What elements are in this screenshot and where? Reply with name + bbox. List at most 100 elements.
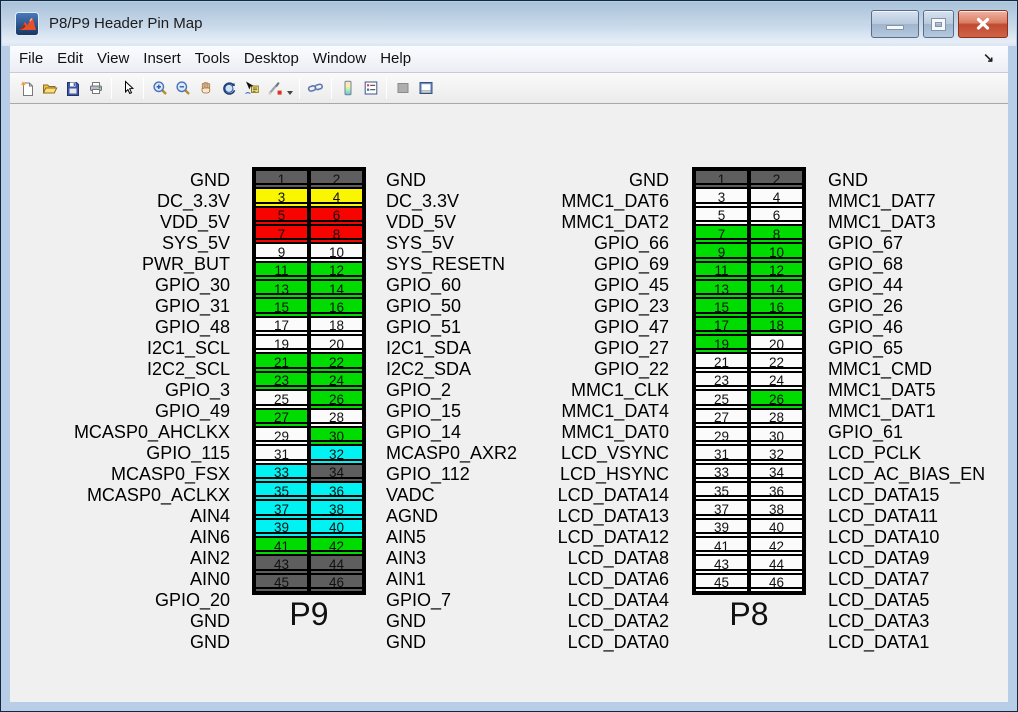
edit-plot-icon[interactable] <box>116 77 139 100</box>
pin-label: AIN6 <box>189 527 230 547</box>
pin-cell: 40 <box>751 519 802 536</box>
pin-label: LCD_DATA9 <box>828 548 930 568</box>
save-figure-icon[interactable] <box>61 77 84 100</box>
pin-cell: 5 <box>256 207 307 225</box>
menu-tools[interactable]: Tools <box>188 46 237 72</box>
minimize-button[interactable] <box>871 10 919 38</box>
menu-view[interactable]: View <box>90 46 136 72</box>
pin-cell: 3 <box>256 189 307 206</box>
menu-window[interactable]: Window <box>306 46 373 72</box>
pin-label: GND <box>190 611 230 631</box>
pin-label: GPIO_3 <box>164 380 230 400</box>
pin-cell: 4 <box>751 189 802 206</box>
pin-label: LCD_DATA7 <box>828 569 930 589</box>
pin-cell: 11 <box>256 262 307 280</box>
pin-cell: 36 <box>311 482 362 500</box>
pin-label: MMC1_DAT5 <box>828 380 936 400</box>
pin-cell: 31 <box>256 446 307 463</box>
pin-cell: 45 <box>696 574 747 591</box>
pin-label: GPIO_31 <box>154 296 230 316</box>
pin-label: GPIO_44 <box>828 275 904 295</box>
pin-label: LCD_DATA0 <box>567 632 669 652</box>
pin-label: GPIO_115 <box>146 443 230 463</box>
pin-label: MMC1_DAT6 <box>561 191 669 211</box>
zoom-in-icon[interactable] <box>148 77 171 100</box>
menu-desktop[interactable]: Desktop <box>237 46 306 72</box>
show-plot-tools-icon[interactable] <box>414 77 437 100</box>
pin-cell: 45 <box>256 574 307 591</box>
pin-cell: 6 <box>311 207 362 225</box>
pin-cell: 33 <box>696 464 747 481</box>
pin-cell: 32 <box>311 446 362 463</box>
pin-label: GND <box>190 170 230 190</box>
close-button[interactable] <box>958 10 1008 38</box>
pin-cell: 17 <box>256 317 307 335</box>
pin-label: GPIO_68 <box>828 254 904 274</box>
pin-label: LCD_DATA3 <box>828 611 930 631</box>
matlab-logo-icon <box>15 12 39 36</box>
rotate-3d-icon[interactable] <box>217 77 240 100</box>
pin-label: GPIO_45 <box>593 275 669 295</box>
pin-cell: 28 <box>311 409 362 426</box>
zoom-out-icon[interactable] <box>171 77 194 100</box>
pin-cell: 7 <box>696 226 747 243</box>
pin-label: LCD_DATA4 <box>567 590 669 610</box>
pin-grid-p8: 1 2 3 4 5 6 7 8 9 10 11 12 13 14 15 16 17 18 19 20 21 22 23 24 2… <box>692 167 806 595</box>
pan-icon[interactable] <box>194 77 217 100</box>
pin-cell: 26 <box>751 391 802 408</box>
pin-cell: 16 <box>751 299 802 316</box>
pin-cell: 13 <box>256 281 307 298</box>
pin-cell: 30 <box>311 427 362 445</box>
pin-cell: 1 <box>696 171 747 188</box>
insert-colorbar-icon[interactable] <box>336 77 359 100</box>
labels-left-p8: GND MMC1_DAT6 MMC1_DAT2 GPIO_66 GPIO_69 GPIO_… <box>469 167 669 652</box>
pin-label: GPIO_66 <box>593 233 669 253</box>
pin-label: MMC1_CMD <box>828 359 933 379</box>
open-file-icon[interactable] <box>38 77 61 100</box>
pin-label: MMC1_DAT3 <box>828 212 936 232</box>
data-cursor-icon[interactable] <box>240 77 263 100</box>
toolbar-separator <box>143 77 144 99</box>
pin-cell: 30 <box>751 427 802 445</box>
pin-label: I2C1_SCL <box>146 338 230 358</box>
pin-cell: 16 <box>311 299 362 316</box>
maximize-button[interactable] <box>923 10 954 38</box>
pin-label: GND <box>629 170 669 190</box>
insert-legend-icon[interactable] <box>359 77 382 100</box>
pin-cell: 37 <box>696 501 747 518</box>
close-icon <box>976 17 990 30</box>
new-figure-icon[interactable] <box>15 77 38 100</box>
pin-label: MMC1_CLK <box>570 380 669 400</box>
pin-label: MCASP0_AHCLKX <box>73 422 230 442</box>
hide-plot-tools-icon[interactable] <box>391 77 414 100</box>
pin-label: GND <box>190 632 230 652</box>
pin-cell: 39 <box>256 519 307 536</box>
menu-edit[interactable]: Edit <box>50 46 90 72</box>
print-figure-icon[interactable] <box>84 77 107 100</box>
pin-cell: 19 <box>696 336 747 353</box>
header-title-p9: P9 <box>289 596 329 632</box>
pin-label: VDD_5V <box>159 212 230 232</box>
brush-dropdown-arrow-icon[interactable] <box>287 91 293 95</box>
pin-cell: 28 <box>751 409 802 426</box>
menu-insert[interactable]: Insert <box>136 46 188 72</box>
toolbar-separator <box>386 77 387 99</box>
pin-cell: 36 <box>751 482 802 500</box>
pin-cell: 35 <box>696 482 747 500</box>
pin-cell: 13 <box>696 281 747 298</box>
pin-cell: 35 <box>256 482 307 500</box>
pin-cell: 6 <box>751 207 802 225</box>
brush-icon[interactable] <box>263 77 286 100</box>
pin-cell: 10 <box>751 244 802 261</box>
pin-cell: 23 <box>256 372 307 390</box>
pin-cell: 8 <box>751 226 802 243</box>
link-plot-icon[interactable] <box>304 77 327 100</box>
menu-file[interactable]: File <box>12 46 50 72</box>
pin-cell: 46 <box>311 574 362 591</box>
pin-cell: 14 <box>311 281 362 298</box>
pin-label: GPIO_20 <box>154 590 230 610</box>
header-title-p8: P8 <box>729 596 769 632</box>
pin-cell: 21 <box>256 354 307 371</box>
menu-help[interactable]: Help <box>373 46 418 72</box>
menu-overflow-arrow-icon[interactable]: ↘ <box>983 50 994 66</box>
